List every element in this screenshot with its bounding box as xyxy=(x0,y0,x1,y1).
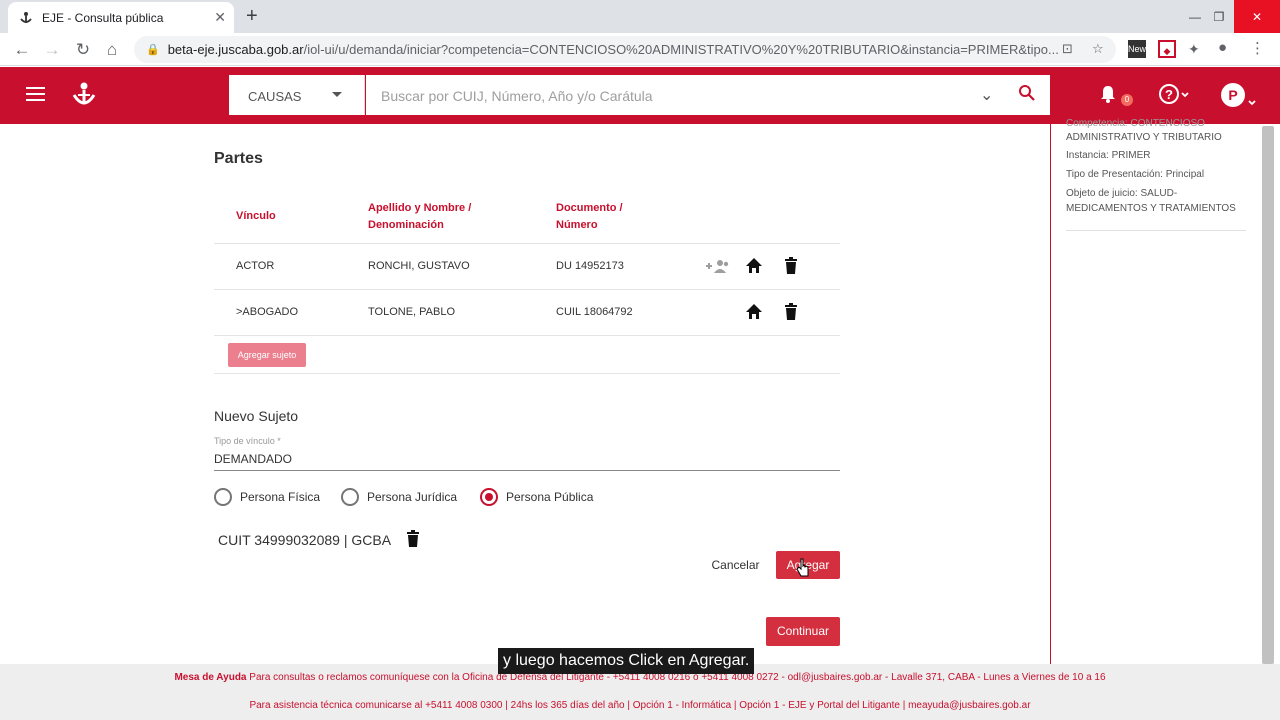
back-icon[interactable]: ← xyxy=(11,39,33,61)
extensions-puzzle-icon[interactable]: ✦ xyxy=(1188,41,1200,58)
profile-icon[interactable]: ● xyxy=(1218,39,1227,56)
translate-icon[interactable]: ⊡ xyxy=(1062,41,1073,57)
add-representative-icon[interactable] xyxy=(705,258,729,276)
delete-entity-trash-icon[interactable] xyxy=(405,530,423,548)
row-vinculo: >ABOGADO xyxy=(236,306,299,318)
bell-icon[interactable] xyxy=(1100,85,1116,108)
dropdown-caret-icon xyxy=(332,92,342,97)
col-header-documento-line2: Número xyxy=(556,219,598,231)
footer-help-title: Mesa de Ayuda xyxy=(174,672,247,683)
selected-entity-text: CUIT 34999032089 | GCBA xyxy=(218,532,392,548)
partes-title: Partes xyxy=(214,150,263,167)
new-subject-title: Nuevo Sujeto xyxy=(214,408,299,424)
link-type-label: Tipo de vínculo * xyxy=(214,436,281,446)
bookmark-star-icon[interactable]: ☆ xyxy=(1092,41,1104,57)
row-nombre: TOLONE, PABLO xyxy=(368,306,456,318)
summary-separator xyxy=(1066,230,1246,231)
col-header-vinculo: Vínculo xyxy=(236,210,276,222)
summary-competencia-cont: ADMINISTRATIVO Y TRIBUTARIO xyxy=(1066,132,1222,143)
screen: EJE - Consulta pública ✕ + — ❐ ✕ ← → ↻ ⌂… xyxy=(0,0,1280,720)
radio-circle-selected[interactable] xyxy=(480,488,498,506)
extension-new-icon[interactable]: New xyxy=(1128,40,1146,58)
site-favicon-icon xyxy=(18,10,34,26)
scrollbar[interactable] xyxy=(1262,126,1274,664)
reload-icon[interactable]: ↻ xyxy=(72,39,94,61)
summary-objeto-cont: MEDICAMENTOS Y TRATAMIENTOS xyxy=(1066,203,1236,214)
url-host: beta-eje.juscaba.gob.ar xyxy=(167,42,304,57)
radio-circle[interactable] xyxy=(214,488,232,506)
summary-instancia: Instancia: PRIMER xyxy=(1066,150,1151,161)
avatar-caret-icon[interactable] xyxy=(1248,93,1256,111)
main-content: Partes Vínculo Apellido y Nombre / Denom… xyxy=(0,118,1280,664)
col-header-documento-line1: Documento / xyxy=(556,202,623,214)
chevron-down-icon[interactable]: ⌄ xyxy=(980,85,993,105)
summary-divider xyxy=(1050,124,1051,664)
search-placeholder: Buscar por CUIJ, Número, Año y/o Carátul… xyxy=(381,88,653,104)
lock-icon: 🔒 xyxy=(146,44,160,56)
search-category-value: CAUSAS xyxy=(248,89,302,104)
delete-trash-icon[interactable] xyxy=(783,303,801,321)
new-tab-icon[interactable]: + xyxy=(246,5,258,28)
cancel-button[interactable]: Cancelar xyxy=(702,551,769,579)
radio-label: Persona Jurídica xyxy=(367,490,458,504)
radio-label: Persona Pública xyxy=(506,490,594,504)
mouse-pointer-icon xyxy=(796,558,810,578)
row-documento: DU 14952173 xyxy=(556,260,624,272)
row-divider xyxy=(214,335,840,336)
help-icon[interactable]: ? xyxy=(1159,83,1189,111)
video-caption: y luego hacemos Click en Agregar. xyxy=(498,648,755,674)
radio-label: Persona Física xyxy=(240,490,321,504)
extension-pocket-icon[interactable]: ◆ xyxy=(1158,40,1176,58)
search-category-select[interactable]: CAUSAS xyxy=(229,75,365,115)
address-bar[interactable]: 🔒 beta-eje.juscaba.gob.ar/iol-ui/u/deman… xyxy=(134,36,1116,63)
footer-line-2: Para asistencia técnica comunicarse al +… xyxy=(249,700,1031,711)
row-vinculo: ACTOR xyxy=(236,260,275,272)
continue-button[interactable]: Continuar xyxy=(766,617,840,646)
radio-persona-juridica[interactable]: Persona Jurídica xyxy=(341,488,457,506)
home-address-icon[interactable] xyxy=(745,303,763,321)
summary-tipo-presentacion: Tipo de Presentación: Principal xyxy=(1066,169,1205,180)
link-type-field[interactable]: DEMANDADO xyxy=(214,452,840,471)
search-input[interactable]: Buscar por CUIJ, Número, Año y/o Carátul… xyxy=(366,75,1050,115)
row-documento: CUIL 18064792 xyxy=(556,306,633,318)
jusbaires-logo-icon[interactable] xyxy=(70,81,98,109)
delete-trash-icon[interactable] xyxy=(783,257,801,275)
url-path: /iol-ui/u/demanda/iniciar?competencia=CO… xyxy=(303,42,1059,57)
browser-tab[interactable]: EJE - Consulta pública ✕ xyxy=(8,2,234,33)
section-divider xyxy=(214,373,840,374)
notification-badge: 0 xyxy=(1121,94,1133,106)
home-address-icon[interactable] xyxy=(745,257,763,275)
tab-close-icon[interactable]: ✕ xyxy=(214,9,226,26)
radio-persona-fisica[interactable]: Persona Física xyxy=(214,488,320,506)
table-header-divider xyxy=(214,243,840,244)
radio-persona-publica[interactable]: Persona Pública xyxy=(480,488,593,506)
forward-icon[interactable]: → xyxy=(41,39,63,61)
user-avatar[interactable]: P xyxy=(1221,83,1245,107)
row-nombre: RONCHI, GUSTAVO xyxy=(368,260,470,272)
search-icon[interactable] xyxy=(1018,84,1036,105)
svg-text:?: ? xyxy=(1165,87,1173,102)
browser-menu-icon[interactable]: ⋮ xyxy=(1250,39,1265,57)
summary-objeto: Objeto de juicio: SALUD- xyxy=(1066,188,1178,199)
hamburger-menu-icon[interactable] xyxy=(26,87,45,101)
radio-circle[interactable] xyxy=(341,488,359,506)
col-header-nombre-line2: Denominación xyxy=(368,219,444,231)
row-divider xyxy=(214,289,840,290)
summary-competencia: Competencia: CONTENCIOSO xyxy=(1066,118,1205,129)
browser-toolbar: ← → ↻ ⌂ 🔒 beta-eje.juscaba.gob.ar/iol-ui… xyxy=(0,33,1280,66)
home-icon[interactable]: ⌂ xyxy=(101,39,123,61)
col-header-nombre-line1: Apellido y Nombre / xyxy=(368,202,472,214)
window-close-icon[interactable]: ✕ xyxy=(1234,0,1280,33)
browser-tabstrip: EJE - Consulta pública ✕ + — ❐ ✕ xyxy=(0,0,1280,33)
tab-title: EJE - Consulta pública xyxy=(42,10,164,25)
add-subject-button[interactable]: Agregar sujeto xyxy=(228,343,306,367)
